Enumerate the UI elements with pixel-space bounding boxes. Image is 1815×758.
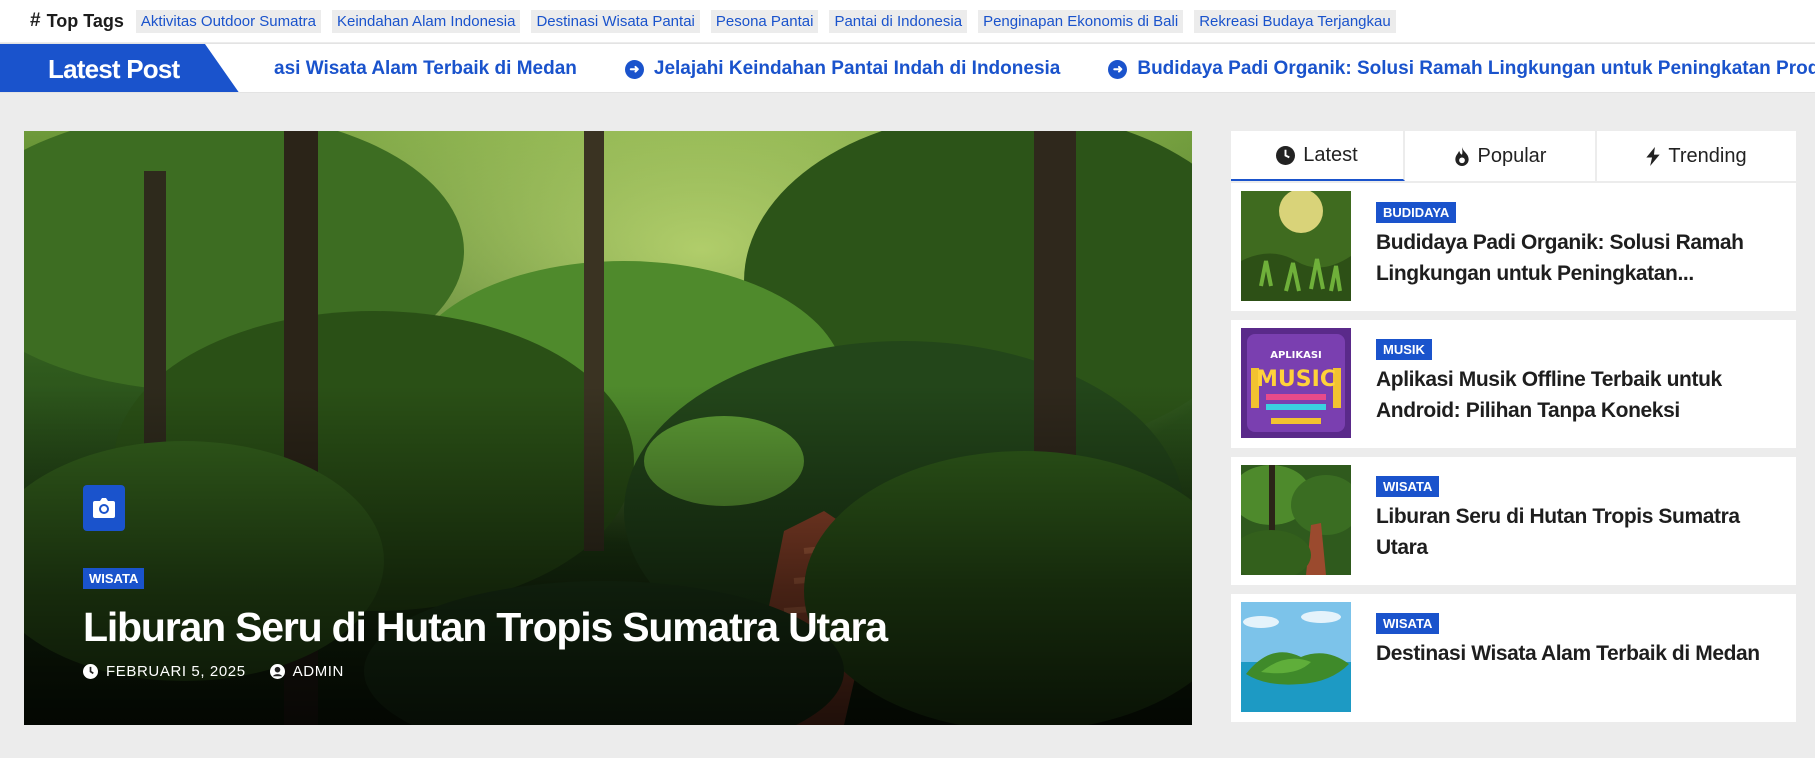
list-item[interactable]: BUDIDAYA Budidaya Padi Organik: Solusi R…: [1231, 183, 1796, 311]
featured-category-badge[interactable]: WISATA: [83, 568, 145, 589]
tab-popular[interactable]: Popular: [1405, 131, 1597, 181]
list-item[interactable]: WISATA Liburan Seru di Hutan Tropis Suma…: [1231, 457, 1796, 585]
top-tags-label: Top Tags: [46, 10, 124, 31]
post-title[interactable]: Aplikasi Musik Offline Terbaik untuk And…: [1376, 364, 1771, 426]
user-circle-icon: [269, 664, 285, 679]
tab-trending[interactable]: Trending: [1597, 131, 1796, 181]
ticker-item[interactable]: asi Wisata Alam Terbaik di Medan: [274, 58, 577, 80]
tag-link[interactable]: Aktivitas Outdoor Sumatra: [135, 9, 321, 33]
post-thumbnail[interactable]: [1241, 465, 1351, 575]
category-badge[interactable]: WISATA: [1376, 476, 1440, 497]
ticker-item-label: Jelajahi Keindahan Pantai Indah di Indon…: [653, 58, 1061, 79]
sidebar-tabs: Latest Popular Trending: [1231, 131, 1796, 181]
post-thumbnail[interactable]: [1241, 191, 1351, 301]
post-thumbnail[interactable]: APLIKASI MUSIC: [1241, 328, 1351, 438]
post-title[interactable]: Budidaya Padi Organik: Solusi Ramah Ling…: [1376, 227, 1771, 289]
featured-meta: FEBRUARI 5, 2025 ADMIN: [83, 663, 344, 680]
tab-label: Popular: [1477, 144, 1547, 167]
ticker-item[interactable]: ➜ Budidaya Padi Organik: Solusi Ramah Li…: [1108, 58, 1815, 80]
tag-link[interactable]: Pantai di Indonesia: [829, 9, 968, 33]
tag-link[interactable]: Rekreasi Budaya Terjangkau: [1194, 9, 1396, 33]
featured-post[interactable]: WISATA Liburan Seru di Hutan Tropis Suma…: [24, 131, 1192, 725]
featured-date[interactable]: FEBRUARI 5, 2025: [106, 663, 246, 680]
tag-link[interactable]: Destinasi Wisata Pantai: [531, 9, 700, 33]
list-item[interactable]: WISATA Destinasi Wisata Alam Terbaik di …: [1231, 594, 1796, 722]
clock-icon: [83, 664, 98, 679]
ticker-item-label: Budidaya Padi Organik: Solusi Ramah Ling…: [1137, 58, 1815, 79]
tag-link[interactable]: Keindahan Alam Indonesia: [331, 9, 521, 33]
post-thumbnail[interactable]: [1241, 602, 1351, 712]
top-tags-bar: # Top Tags Aktivitas Outdoor Sumatra Kei…: [0, 0, 1815, 42]
category-badge[interactable]: BUDIDAYA: [1376, 202, 1457, 223]
post-title[interactable]: Liburan Seru di Hutan Tropis Sumatra Uta…: [1376, 501, 1771, 563]
tag-link[interactable]: Penginapan Ekonomis di Bali: [978, 9, 1184, 33]
list-item[interactable]: APLIKASI MUSIC MUSIK Aplikasi Musik Offl…: [1231, 320, 1796, 448]
tag-link[interactable]: Pesona Pantai: [710, 9, 819, 33]
arrow-circle-right-icon: ➜: [624, 59, 644, 79]
hash-icon: #: [30, 10, 41, 31]
latest-post-label: Latest Post: [0, 44, 240, 92]
latest-post-ticker: Latest Post asi Wisata Alam Terbaik di M…: [0, 43, 1815, 93]
tab-latest[interactable]: Latest: [1231, 131, 1405, 181]
bolt-icon: [1646, 146, 1661, 166]
ticker-track: asi Wisata Alam Terbaik di Medan ➜ Jelaj…: [274, 44, 1815, 92]
clock-icon: [1276, 145, 1296, 165]
arrow-circle-right-icon: ➜: [1108, 59, 1128, 79]
post-title[interactable]: Destinasi Wisata Alam Terbaik di Medan: [1376, 638, 1771, 669]
ticker-item-label: asi Wisata Alam Terbaik di Medan: [274, 58, 577, 79]
category-badge[interactable]: WISATA: [1376, 613, 1440, 634]
featured-author[interactable]: ADMIN: [293, 663, 344, 680]
fire-icon: [1454, 146, 1469, 166]
thumb-text: MUSIC: [1256, 367, 1336, 392]
category-badge[interactable]: MUSIK: [1376, 339, 1432, 360]
camera-icon[interactable]: [83, 485, 125, 531]
ticker-item[interactable]: ➜ Jelajahi Keindahan Pantai Indah di Ind…: [624, 58, 1061, 80]
featured-title[interactable]: Liburan Seru di Hutan Tropis Sumatra Uta…: [83, 604, 888, 651]
tab-label: Latest: [1303, 143, 1358, 166]
tab-label: Trending: [1668, 144, 1747, 167]
thumb-text: APLIKASI: [1270, 350, 1322, 361]
latest-post-list: BUDIDAYA Budidaya Padi Organik: Solusi R…: [1231, 183, 1796, 731]
